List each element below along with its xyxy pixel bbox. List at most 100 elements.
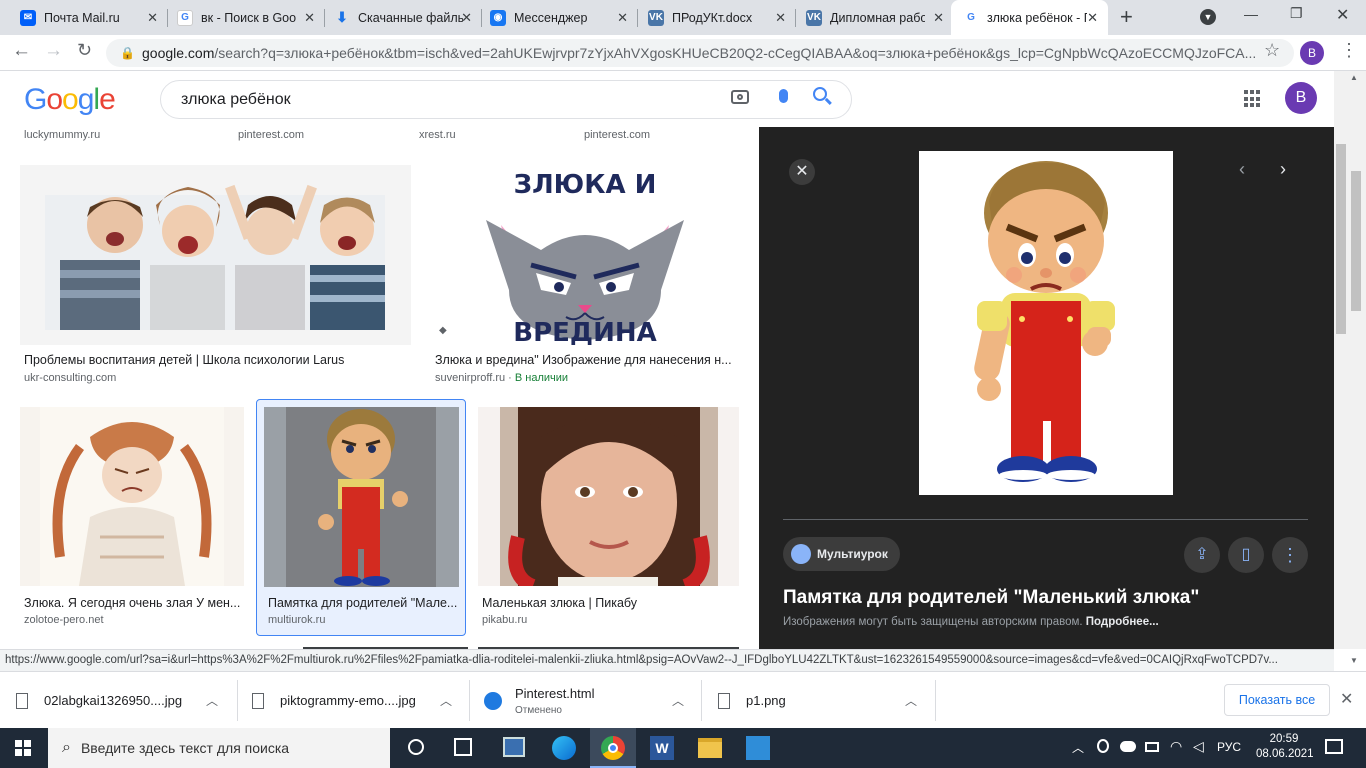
clock[interactable]: 20:59 08.06.2021 xyxy=(1256,732,1314,762)
volume-icon[interactable]: ◁ xyxy=(1193,738,1204,755)
minimize-icon[interactable]: — xyxy=(1244,6,1258,22)
result-source-line[interactable]: suvenirproff.ru · В наличии xyxy=(435,372,568,384)
result-caption[interactable]: Проблемы воспитания детей | Школа психол… xyxy=(24,353,409,367)
result-image-sticker[interactable]: ЗЛЮКА И ВРЕДИНА ◆ xyxy=(431,165,739,348)
result-source[interactable]: ukr-consulting.com xyxy=(24,372,116,384)
windows-start-icon[interactable] xyxy=(15,740,31,756)
close-icon[interactable]: ✕ xyxy=(617,10,628,26)
search-box[interactable]: злюка ребёнок xyxy=(160,80,852,119)
new-tab-icon[interactable]: + xyxy=(1120,4,1133,30)
window-close-icon[interactable]: ✕ xyxy=(1336,5,1349,25)
result-caption[interactable]: Маленькая злюка | Пикабу xyxy=(482,596,737,610)
language-indicator[interactable]: РУС xyxy=(1217,740,1241,754)
prev-image-icon[interactable]: ‹ xyxy=(1239,159,1245,180)
result-source[interactable]: pinterest.com xyxy=(238,129,304,141)
download-item[interactable]: Pinterest.html Отменено ︿ xyxy=(484,672,700,729)
tray-chevron-up-icon[interactable]: ︿ xyxy=(1072,739,1084,756)
result-image-boy[interactable] xyxy=(264,407,459,587)
viewer-scrollbar-thumb[interactable] xyxy=(1336,144,1346,334)
tab-mail[interactable]: ✉ Почта Mail.ru ✕ xyxy=(8,0,168,35)
result-image-girl-photo[interactable] xyxy=(478,397,739,593)
menu-icon[interactable]: ⋮ xyxy=(1340,40,1358,61)
result-image-kids[interactable] xyxy=(20,165,411,345)
scroll-up-icon[interactable]: ▲ xyxy=(1350,73,1358,82)
chevron-up-icon[interactable]: ︿ xyxy=(905,692,917,709)
share-icon[interactable]: ⇪ xyxy=(1184,537,1220,573)
close-icon[interactable]: ✕ xyxy=(147,10,158,26)
learn-more-link[interactable]: Подробнее... xyxy=(1086,616,1159,628)
download-item[interactable]: 02labgkai1326950....jpg ︿ xyxy=(16,672,236,729)
mic-icon[interactable] xyxy=(779,89,788,103)
tray-app-icon[interactable] xyxy=(1097,739,1109,753)
chrome-taskbar-button[interactable] xyxy=(590,728,636,768)
save-bookmark-icon[interactable]: ▯ xyxy=(1228,537,1264,573)
reload-icon[interactable]: ↻ xyxy=(77,40,92,61)
scroll-down-icon[interactable]: ▼ xyxy=(1350,656,1358,665)
camera-icon[interactable] xyxy=(731,90,749,104)
close-icon[interactable]: ✕ xyxy=(304,10,315,26)
show-all-button[interactable]: Показать все xyxy=(1224,684,1330,716)
result-image-girl-drawing[interactable] xyxy=(20,407,244,586)
close-icon[interactable]: ✕ xyxy=(775,10,786,26)
result-source[interactable]: zolotoe-pero.net xyxy=(24,614,104,626)
back-icon[interactable]: ← xyxy=(12,40,31,62)
tab-downloads[interactable]: ⬇ Скачанные файлы ✕ xyxy=(322,0,482,35)
tab-vk-search[interactable]: G вк - Поиск в Google ✕ xyxy=(165,0,325,35)
viewer-image-boy[interactable] xyxy=(919,151,1173,495)
tab-current-search[interactable]: G злюка ребёнок - Поиск в Google ✕ xyxy=(951,0,1108,35)
search-icon[interactable] xyxy=(813,87,832,105)
address-bar[interactable]: 🔒 google.com/search?q=злюка+ребёнок&tbm=… xyxy=(106,39,1294,67)
page-scrollbar[interactable]: ▲ ▼ xyxy=(1334,71,1366,665)
tab-product-docx[interactable]: VK ПРодУКт.docx ✕ xyxy=(636,0,796,35)
google-logo[interactable]: Google xyxy=(24,83,116,117)
result-source[interactable]: multiurok.ru xyxy=(268,614,325,626)
chevron-up-icon[interactable]: ︿ xyxy=(672,692,684,709)
result-source[interactable]: pinterest.com xyxy=(584,129,650,141)
close-icon[interactable]: ✕ xyxy=(461,10,472,26)
cortana-icon[interactable] xyxy=(408,739,424,755)
tab-diploma[interactable]: VK Дипломная работа ✕ xyxy=(794,0,954,35)
restore-icon[interactable]: ❐ xyxy=(1290,5,1303,22)
download-item[interactable]: piktogrammy-emo....jpg ︿ xyxy=(252,672,468,729)
notifications-icon[interactable] xyxy=(1325,739,1343,754)
result-caption[interactable]: Злюка. Я сегодня очень злая У мен... xyxy=(24,596,242,610)
edge-icon[interactable] xyxy=(552,736,576,760)
wifi-icon[interactable]: ◠ xyxy=(1170,738,1182,755)
computer-app-icon[interactable] xyxy=(503,737,525,757)
word-icon[interactable]: W xyxy=(650,736,674,760)
chevron-up-icon[interactable]: ︿ xyxy=(206,692,218,709)
apps-grid-icon[interactable] xyxy=(1244,90,1262,108)
site-chip[interactable]: Мультиурок xyxy=(783,537,900,571)
battery-icon[interactable] xyxy=(1145,742,1159,752)
next-image-icon[interactable]: › xyxy=(1280,159,1286,180)
result-selected[interactable]: Памятка для родителей "Мале... multiurok… xyxy=(256,399,466,636)
more-options-icon[interactable]: ⋮ xyxy=(1272,537,1308,573)
tab-messenger[interactable]: ◉ Мессенджер ✕ xyxy=(478,0,638,35)
viewer-title[interactable]: Памятка для родителей "Маленький злюка" xyxy=(783,587,1199,609)
taskbar-search[interactable]: ⌕ Введите здесь текст для поиска xyxy=(48,728,390,768)
result-source[interactable]: xrest.ru xyxy=(419,129,456,141)
task-view-icon[interactable] xyxy=(454,738,472,756)
google-account-avatar[interactable]: B xyxy=(1285,82,1317,114)
result-caption[interactable]: Злюка и вредина" Изображение для нанесен… xyxy=(435,353,735,367)
close-icon[interactable]: ✕ xyxy=(1087,10,1098,26)
forward-icon[interactable]: → xyxy=(44,40,63,62)
viewer-scrollbar-track[interactable] xyxy=(1334,144,1348,649)
scrollbar-thumb[interactable] xyxy=(1351,171,1361,311)
close-icon[interactable]: ✕ xyxy=(933,10,944,26)
tab-title: ПРодУКт.docx xyxy=(672,10,753,25)
close-downloads-icon[interactable]: ✕ xyxy=(1340,689,1353,709)
photos-icon[interactable] xyxy=(746,736,770,760)
result-caption[interactable]: Памятка для родителей "Мале... xyxy=(268,596,460,610)
result-source[interactable]: pikabu.ru xyxy=(482,614,527,626)
file-explorer-icon[interactable] xyxy=(698,738,722,758)
bookmark-star-icon[interactable]: ☆ xyxy=(1264,40,1280,61)
download-item[interactable]: p1.png ︿ xyxy=(718,672,934,729)
chevron-up-icon[interactable]: ︿ xyxy=(440,692,452,709)
profile-avatar[interactable]: B xyxy=(1300,41,1324,65)
close-viewer-icon[interactable]: ✕ xyxy=(789,159,815,185)
onedrive-icon[interactable] xyxy=(1120,741,1136,752)
tab-search-icon[interactable]: ▼ xyxy=(1200,9,1216,25)
result-source[interactable]: luckymummy.ru xyxy=(24,129,100,141)
search-input[interactable]: злюка ребёнок xyxy=(181,91,291,109)
